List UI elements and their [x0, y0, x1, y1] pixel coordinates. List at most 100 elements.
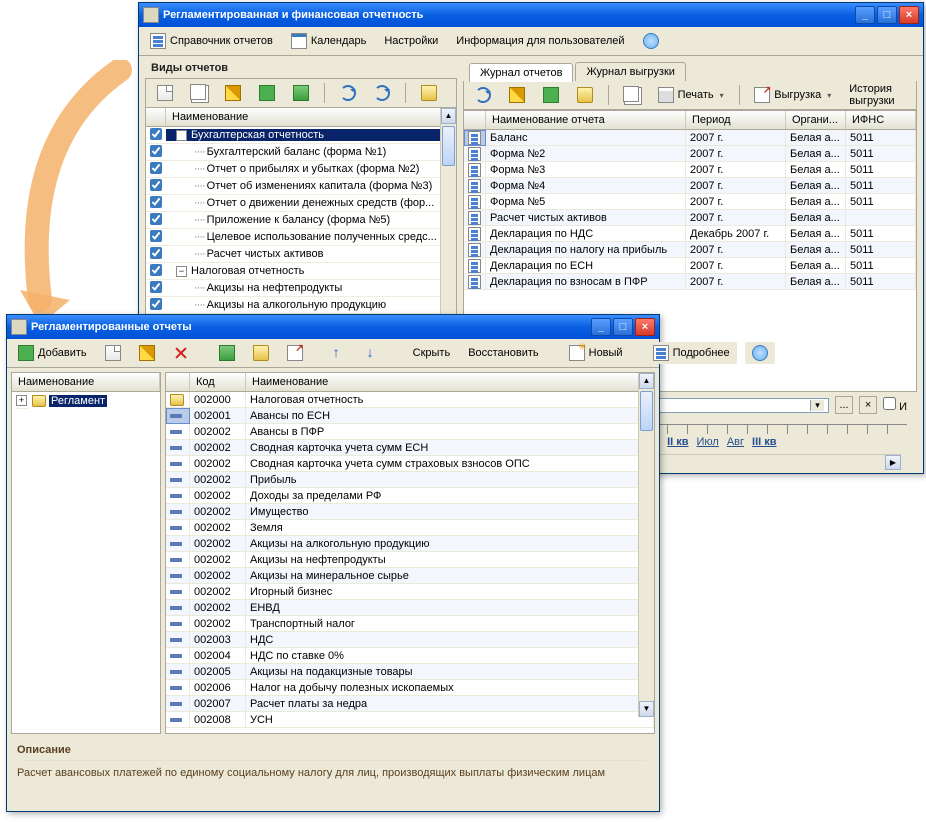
filter-clear[interactable]: × [859, 396, 877, 414]
sec-grid-row[interactable]: 002005Акцизы на подакцизные товары [166, 664, 654, 680]
jtb-export[interactable]: Выгрузка [747, 84, 838, 106]
month-link[interactable]: Авг [727, 436, 744, 448]
sec-tree-col[interactable]: Наименование [12, 373, 160, 391]
tab-journal-export[interactable]: Журнал выгрузки [575, 62, 685, 81]
tree-checkbox[interactable] [146, 213, 166, 228]
expand-icon[interactable]: + [16, 395, 27, 406]
sec-down[interactable] [360, 342, 390, 364]
col-period[interactable]: Период [686, 111, 786, 129]
tree-row[interactable]: ····Отчет о движении денежных средств (ф… [146, 195, 456, 212]
grid-row[interactable]: Форма №42007 г.Белая а...5011 [464, 178, 916, 194]
expand-icon[interactable]: − [176, 130, 187, 141]
sec-grid-row[interactable]: 002002Игорный бизнес [166, 584, 654, 600]
sec-new[interactable]: Новый [562, 342, 630, 364]
sec-del[interactable] [166, 342, 196, 364]
sec-grid-row[interactable]: 002002Акцизы на минеральное сырье [166, 568, 654, 584]
tb-copy[interactable] [184, 82, 214, 104]
sec-grid-row[interactable]: 002001Авансы по ЕСН [166, 408, 654, 424]
month-link[interactable]: III кв [752, 436, 777, 448]
maximize-button[interactable]: □ [877, 6, 897, 24]
jtb-3[interactable] [536, 84, 566, 106]
sec-4[interactable] [212, 342, 242, 364]
sec-help[interactable] [745, 342, 775, 364]
sec-scrollbar[interactable]: ▲▼ [638, 373, 654, 717]
sec-col-code[interactable]: Код [190, 373, 246, 391]
expand-icon[interactable]: − [176, 266, 187, 277]
tree-row[interactable]: −Налоговая отчетность [146, 263, 456, 280]
sec-1[interactable] [98, 342, 128, 364]
sec-grid-row[interactable]: 002002Транспортный налог [166, 616, 654, 632]
col-name[interactable]: Наименование отчета [486, 111, 686, 129]
jtb-print[interactable]: Печать [651, 84, 731, 106]
sec-grid-row[interactable]: 002002Акцизы на алкогольную продукцию [166, 536, 654, 552]
minimize-button[interactable]: _ [591, 318, 611, 336]
tree-row[interactable]: ····Целевое использование полученных сре… [146, 229, 456, 246]
tree-checkbox[interactable] [146, 230, 166, 245]
sec-grid-row[interactable]: 002002Авансы в ПФР [166, 424, 654, 440]
sec-more[interactable]: Подробнее [646, 342, 737, 364]
tb-edit[interactable] [218, 82, 248, 104]
grid-row[interactable]: Декларация по взносам в ПФР2007 г.Белая … [464, 274, 916, 290]
sec-grid-row[interactable]: 002002Сводная карточка учета сумм страхо… [166, 456, 654, 472]
sec-grid-row[interactable]: 002007Расчет платы за недра [166, 696, 654, 712]
month-link[interactable]: Июл [697, 436, 719, 448]
month-link[interactable]: II кв [667, 436, 688, 448]
sec-grid-row[interactable]: 002002ЕНВД [166, 600, 654, 616]
sec-titlebar[interactable]: Регламентированные отчеты _ □ × [7, 315, 659, 339]
sec-grid-row[interactable]: 002004НДС по ставке 0% [166, 648, 654, 664]
filter-ifns-cb[interactable]: И [883, 397, 907, 413]
tree-row[interactable]: ····Отчет об изменениях капитала (форма … [146, 178, 456, 195]
tree-checkbox[interactable] [146, 179, 166, 194]
tree-checkbox[interactable] [146, 247, 166, 262]
sec-2[interactable] [132, 342, 162, 364]
tree-checkbox[interactable] [146, 196, 166, 211]
grid-row[interactable]: Баланс2007 г.Белая а...5011 [464, 130, 916, 146]
close-button[interactable]: × [899, 6, 919, 24]
tree-row[interactable]: ····Отчет о прибылях и убытках (форма №2… [146, 161, 456, 178]
grid-row[interactable]: Расчет чистых активов2007 г.Белая а... [464, 210, 916, 226]
jtb-5[interactable] [617, 84, 647, 106]
tree-row[interactable]: −Бухгалтерская отчетность [146, 127, 456, 144]
sec-grid-row[interactable]: 002002Сводная карточка учета сумм ЕСН [166, 440, 654, 456]
tree-row[interactable]: ····Расчет чистых активов [146, 246, 456, 263]
sec-hide[interactable]: Скрыть [406, 342, 458, 364]
tree-checkbox[interactable] [146, 162, 166, 177]
menu-reports[interactable]: Справочник отчетов [143, 30, 280, 52]
tab-journal-reports[interactable]: Журнал отчетов [469, 63, 573, 82]
menu-calendar[interactable]: Календарь [284, 30, 374, 52]
grid-row[interactable]: Декларация по ЕСН2007 г.Белая а...5011 [464, 258, 916, 274]
sec-grid-row[interactable]: 002000Налоговая отчетность [166, 392, 654, 408]
sec-grid-row[interactable]: 002008УСН [166, 712, 654, 728]
tb-g1[interactable] [252, 82, 282, 104]
grid-row[interactable]: Форма №32007 г.Белая а...5011 [464, 162, 916, 178]
sec-add[interactable]: Добавить [11, 342, 94, 364]
sec-grid-row[interactable]: 002002Доходы за пределами РФ [166, 488, 654, 504]
sec-grid-row[interactable]: 002002Акцизы на нефтепродукты [166, 552, 654, 568]
sec-grid-row[interactable]: 002002Имущество [166, 504, 654, 520]
col-ifns[interactable]: ИФНС [846, 111, 916, 129]
sec-5[interactable] [246, 342, 276, 364]
sec-grid-row[interactable]: 002006Налог на добычу полезных ископаемы… [166, 680, 654, 696]
sec-up[interactable] [326, 342, 356, 364]
tree-row[interactable]: ····Акцизы на алкогольную продукцию [146, 297, 456, 314]
grid-row[interactable]: Форма №22007 г.Белая а...5011 [464, 146, 916, 162]
tb-r2[interactable] [367, 82, 397, 104]
jtb-2[interactable] [502, 84, 532, 106]
jtb-4[interactable] [570, 84, 600, 106]
tb-g2[interactable] [286, 82, 316, 104]
close-button[interactable]: × [635, 318, 655, 336]
tree-checkbox[interactable] [146, 298, 166, 313]
grid-row[interactable]: Декларация по НДСДекабрь 2007 г.Белая а.… [464, 226, 916, 242]
tree-row[interactable]: ····Бухгалтерский баланс (форма №1) [146, 144, 456, 161]
tree-checkbox[interactable] [146, 145, 166, 160]
tb-r1[interactable] [333, 82, 363, 104]
tree-row[interactable]: ····Акцизы на нефтепродукты [146, 280, 456, 297]
maximize-button[interactable]: □ [613, 318, 633, 336]
main-titlebar[interactable]: Регламентированная и финансовая отчетнос… [139, 3, 923, 27]
sec-grid-row[interactable]: 002002Земля [166, 520, 654, 536]
tree-checkbox[interactable] [146, 128, 166, 143]
tree-checkbox[interactable] [146, 281, 166, 296]
col-org[interactable]: Органи... [786, 111, 846, 129]
tree-checkbox[interactable] [146, 264, 166, 279]
tree-row[interactable]: ····Приложение к балансу (форма №5) [146, 212, 456, 229]
